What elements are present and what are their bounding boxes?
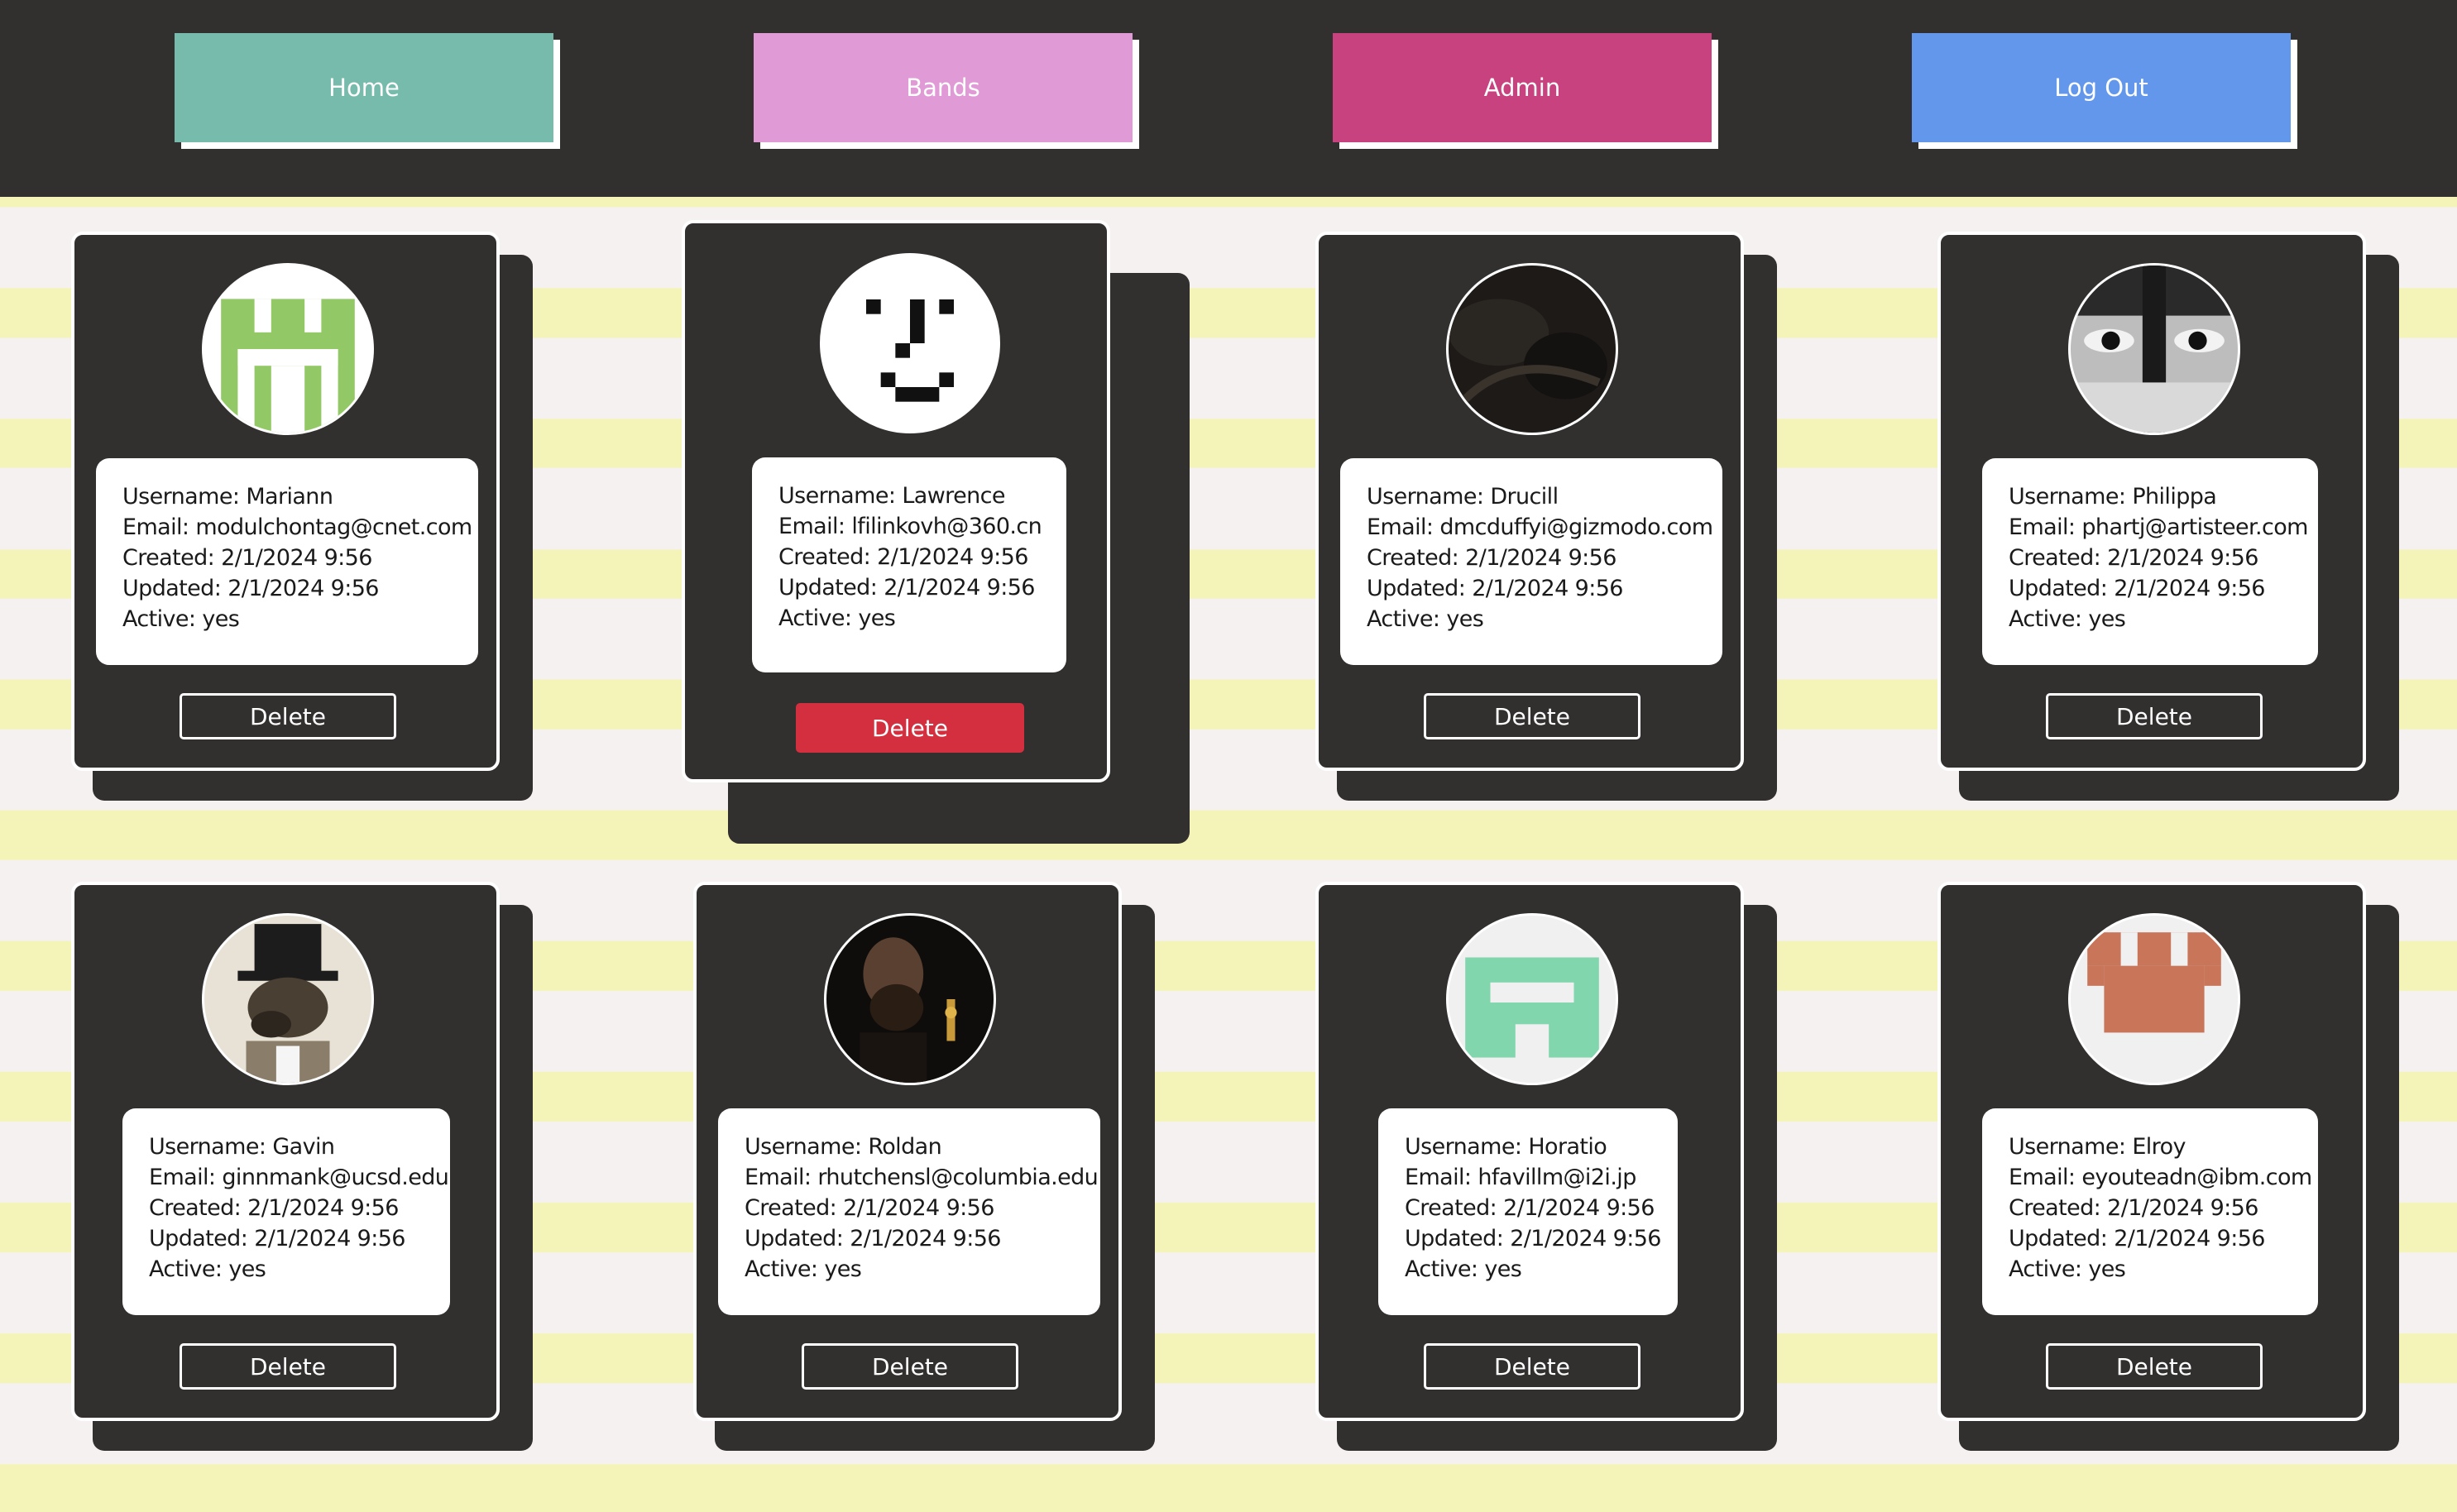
updated-text: Updated: 2/1/2024 9:56	[2009, 1226, 2265, 1251]
created-text: Created: 2/1/2024 9:56	[149, 1195, 399, 1221]
updated-text: Updated: 2/1/2024 9:56	[1367, 576, 1623, 601]
avatar	[1446, 913, 1618, 1085]
email-text: Email: phartj@artisteer.com	[2009, 514, 2308, 540]
orange-identicon-icon	[2071, 916, 2238, 1083]
created-text: Created: 2/1/2024 9:56	[1367, 545, 1616, 571]
email-text: Email: modulchontag@cnet.com	[122, 514, 472, 540]
avatar	[2068, 263, 2240, 435]
user-card: Username: Elroy Email: eyouteadn@ibm.com…	[1937, 882, 2366, 1421]
eyes-photo-icon	[2071, 266, 2238, 433]
username-text: Username: Gavin	[149, 1134, 335, 1160]
user-card: Username: Gavin Email: ginnmank@ucsd.edu…	[71, 882, 500, 1421]
delete-button[interactable]: Delete	[180, 1343, 396, 1390]
updated-text: Updated: 2/1/2024 9:56	[778, 575, 1035, 600]
active-text: Active: yes	[122, 606, 240, 632]
user-info-panel: Username: Gavin Email: ginnmank@ucsd.edu…	[122, 1108, 450, 1315]
nav-home-button[interactable]: Home	[175, 33, 553, 142]
user-card: Username: Roldan Email: rhutchensl@colum…	[693, 882, 1122, 1421]
top-hat-dog-icon	[204, 916, 371, 1083]
username-text: Username: Drucill	[1367, 484, 1559, 510]
delete-button[interactable]: Delete	[1424, 693, 1640, 739]
user-card: Username: Lawrence Email: lfilinkovh@360…	[682, 220, 1110, 782]
user-info-panel: Username: Mariann Email: modulchontag@cn…	[96, 458, 478, 665]
email-text: Email: hfavillm@i2i.jp	[1405, 1165, 1636, 1190]
nav-logout-button[interactable]: Log Out	[1912, 33, 2291, 142]
email-text: Email: dmcduffyi@gizmodo.com	[1367, 514, 1713, 540]
created-text: Created: 2/1/2024 9:56	[2009, 545, 2258, 571]
user-info-panel: Username: Drucill Email: dmcduffyi@gizmo…	[1340, 458, 1722, 665]
user-card: Username: Mariann Email: modulchontag@cn…	[71, 232, 500, 771]
nav-admin-button[interactable]: Admin	[1333, 33, 1712, 142]
created-text: Created: 2/1/2024 9:56	[1405, 1195, 1655, 1221]
created-text: Created: 2/1/2024 9:56	[745, 1195, 994, 1221]
user-card: Username: Drucill Email: dmcduffyi@gizmo…	[1315, 232, 1744, 771]
delete-button[interactable]: Delete	[796, 703, 1024, 753]
username-text: Username: Elroy	[2009, 1134, 2186, 1160]
pixel-face-icon	[822, 256, 998, 431]
created-text: Created: 2/1/2024 9:56	[122, 545, 372, 571]
active-text: Active: yes	[149, 1256, 266, 1282]
green-identicon-icon	[204, 266, 371, 433]
delete-button[interactable]: Delete	[2046, 693, 2263, 739]
email-text: Email: eyouteadn@ibm.com	[2009, 1165, 2312, 1190]
user-card: Username: Philippa Email: phartj@artiste…	[1937, 232, 2366, 771]
username-text: Username: Roldan	[745, 1134, 942, 1160]
email-text: Email: lfilinkovh@360.cn	[778, 514, 1042, 539]
active-text: Active: yes	[2009, 606, 2126, 632]
username-text: Username: Philippa	[2009, 484, 2217, 510]
active-text: Active: yes	[1405, 1256, 1522, 1282]
user-info-panel: Username: Philippa Email: phartj@artiste…	[1982, 458, 2318, 665]
user-info-panel: Username: Roldan Email: rhutchensl@colum…	[718, 1108, 1100, 1315]
delete-button[interactable]: Delete	[180, 693, 396, 739]
mint-identicon-icon	[1449, 916, 1616, 1083]
top-nav: Home Bands Admin Log Out	[0, 0, 2457, 197]
user-info-panel: Username: Horatio Email: hfavillm@i2i.jp…	[1378, 1108, 1678, 1315]
nav-bands-button[interactable]: Bands	[754, 33, 1133, 142]
updated-text: Updated: 2/1/2024 9:56	[149, 1226, 405, 1251]
delete-button[interactable]: Delete	[2046, 1343, 2263, 1390]
email-text: Email: rhutchensl@columbia.edu	[745, 1165, 1099, 1190]
avatar	[202, 263, 374, 435]
username-text: Username: Horatio	[1405, 1134, 1607, 1160]
updated-text: Updated: 2/1/2024 9:56	[1405, 1226, 1661, 1251]
musician-photo-icon	[826, 916, 994, 1083]
created-text: Created: 2/1/2024 9:56	[2009, 1195, 2258, 1221]
avatar	[820, 253, 1000, 433]
delete-button[interactable]: Delete	[1424, 1343, 1640, 1390]
user-info-panel: Username: Lawrence Email: lfilinkovh@360…	[752, 457, 1066, 672]
active-text: Active: yes	[1367, 606, 1484, 632]
dark-photo-icon	[1449, 266, 1616, 433]
username-text: Username: Lawrence	[778, 483, 1005, 509]
username-text: Username: Mariann	[122, 484, 333, 510]
avatar	[202, 913, 374, 1085]
created-text: Created: 2/1/2024 9:56	[778, 544, 1028, 570]
avatar	[2068, 913, 2240, 1085]
active-text: Active: yes	[745, 1256, 862, 1282]
user-info-panel: Username: Elroy Email: eyouteadn@ibm.com…	[1982, 1108, 2318, 1315]
active-text: Active: yes	[778, 605, 896, 631]
email-text: Email: ginnmank@ucsd.edu	[149, 1165, 449, 1190]
user-card: Username: Horatio Email: hfavillm@i2i.jp…	[1315, 882, 1744, 1421]
delete-button[interactable]: Delete	[802, 1343, 1018, 1390]
avatar	[824, 913, 996, 1085]
updated-text: Updated: 2/1/2024 9:56	[745, 1226, 1001, 1251]
updated-text: Updated: 2/1/2024 9:56	[2009, 576, 2265, 601]
active-text: Active: yes	[2009, 1256, 2126, 1282]
updated-text: Updated: 2/1/2024 9:56	[122, 576, 379, 601]
avatar	[1446, 263, 1618, 435]
